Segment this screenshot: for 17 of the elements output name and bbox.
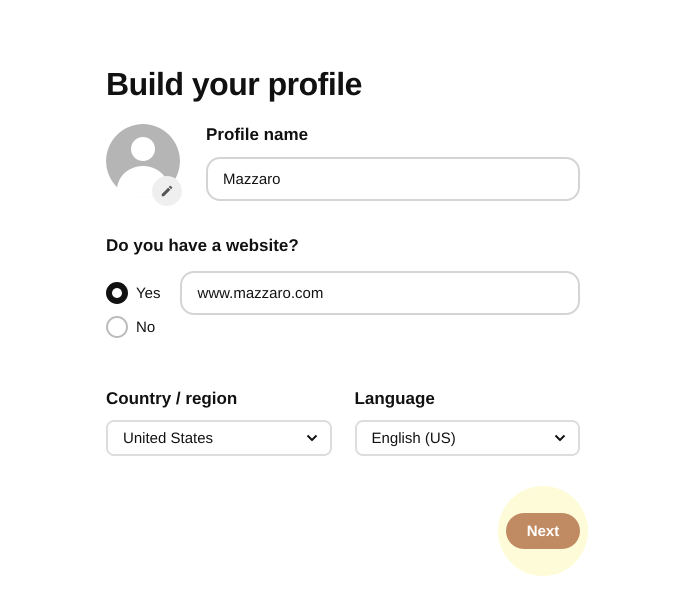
website-field[interactable]: www.mazzaro.com [180,271,580,315]
radio-button[interactable] [106,282,128,304]
dropdown[interactable]: United States [106,420,332,456]
profile-name-field[interactable]: Mazzaro [206,157,580,201]
chevron-down-icon [306,434,318,442]
field-label: Profile name [206,124,310,146]
chevron-down-icon [554,434,566,442]
pencil-icon [160,184,174,198]
radio-button[interactable] [106,316,128,338]
radio-label[interactable]: No [136,318,156,336]
field-label: Country / region [106,388,238,410]
dropdown[interactable]: English (US) [354,420,580,456]
field-label: Language [354,388,436,410]
radio-label[interactable]: Yes [136,284,160,302]
edit-button[interactable] [152,176,182,206]
website-question: Do you have a website? [106,235,300,257]
page-title: Build your profile [106,65,363,104]
